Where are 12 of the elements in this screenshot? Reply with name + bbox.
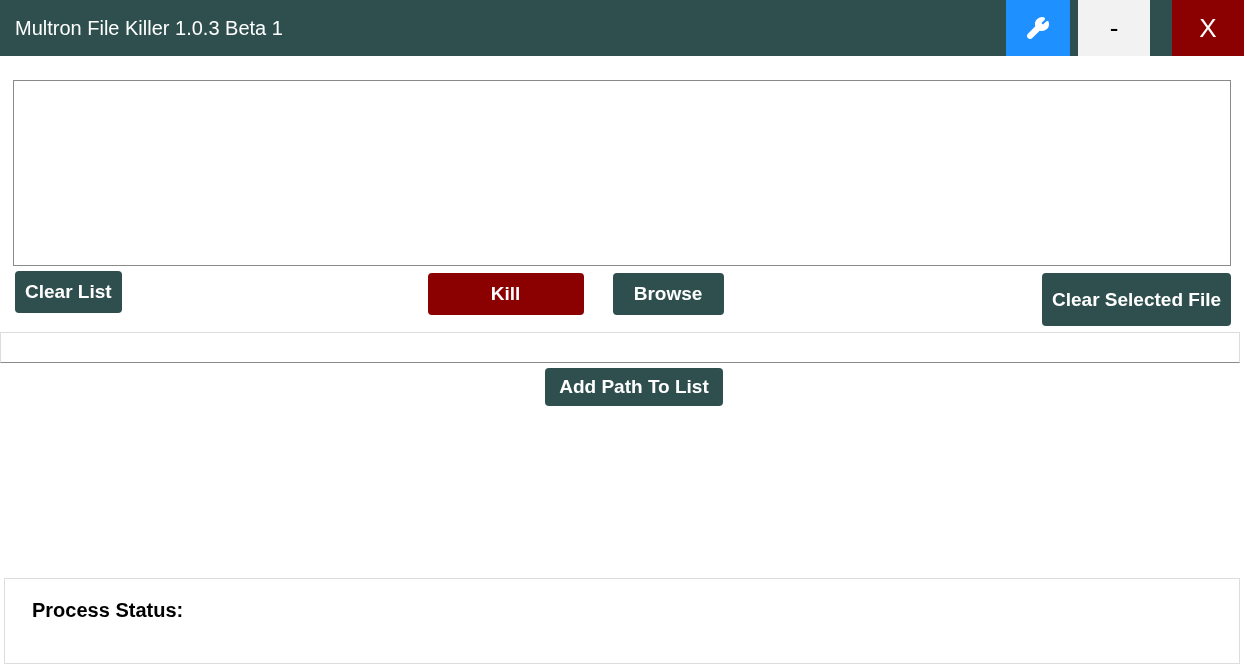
wrench-icon [1026, 16, 1050, 40]
minimize-button[interactable]: - [1078, 0, 1150, 56]
kill-button[interactable]: Kill [427, 273, 584, 315]
action-button[interactable]: Browse [612, 273, 724, 315]
settings-button[interactable] [1006, 0, 1070, 56]
path-field[interactable] [0, 332, 1240, 363]
action-button[interactable]: Clear Selected File [1042, 273, 1231, 326]
action-button[interactable]: Clear List [15, 271, 122, 313]
add-path-button[interactable]: Add Path To List [545, 368, 723, 406]
status-label: Process Status: [32, 599, 184, 621]
close-button[interactable]: X [1172, 0, 1244, 56]
window-title: Multron File Killer 1.0.3 Beta 1 [15, 16, 284, 40]
